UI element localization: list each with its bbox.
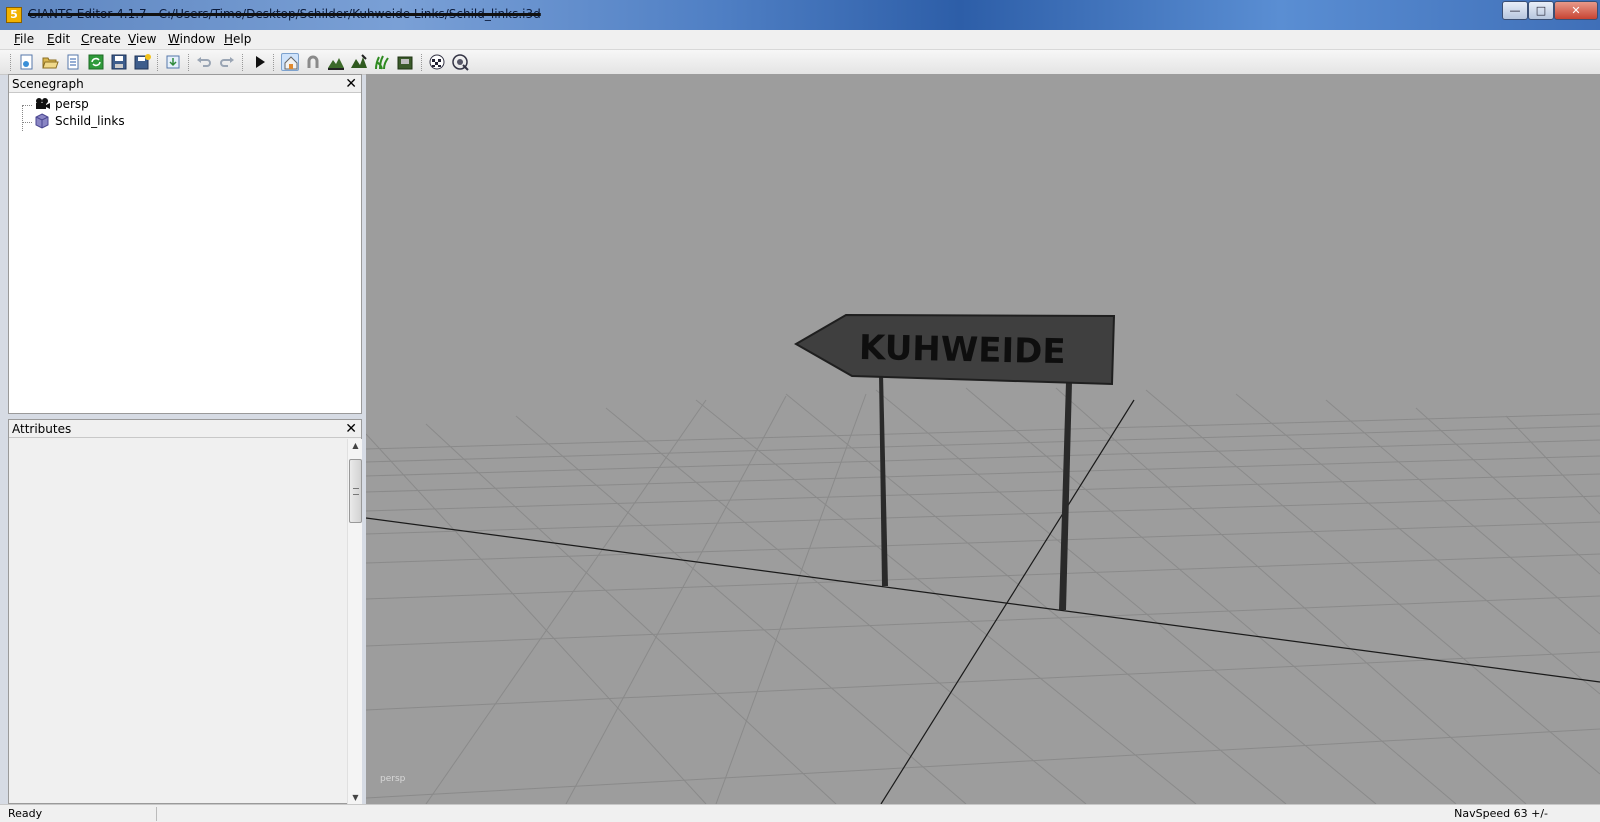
scroll-down-icon[interactable]: ▼ (348, 791, 363, 805)
z-axis-line (880, 399, 1135, 804)
tree-node-label: Schild_links (55, 114, 125, 128)
scroll-up-icon[interactable]: ▲ (348, 439, 363, 453)
minimize-icon: — (1509, 4, 1521, 17)
menu-file[interactable]: File (14, 32, 34, 46)
scenegraph-header: Scenegraph ✕ (9, 75, 361, 93)
toolbar-separator (273, 54, 275, 71)
ground-grid (366, 387, 1600, 804)
menu-help-label: elp (233, 32, 252, 46)
sign-text: KUHWEIDE (859, 328, 1066, 372)
window-title: GIANTS Editor 4.1.7 - C:/Users/Timo/Desk… (28, 7, 541, 21)
title-bar[interactable]: 5 GIANTS Editor 4.1.7 - C:/Users/Timo/De… (0, 0, 1600, 30)
status-bar: Ready NavSpeed 63 +/- (0, 804, 1600, 822)
toolbar (0, 50, 1600, 75)
toolbar-separator (421, 54, 423, 71)
menu-edit[interactable]: Edit (47, 32, 70, 46)
menu-edit-key: E (47, 32, 55, 46)
app-icon: 5 (6, 7, 22, 23)
paint-icon[interactable] (350, 53, 368, 71)
3d-viewport[interactable]: KUHWEIDE persp (366, 74, 1600, 804)
list-icon[interactable] (64, 53, 82, 71)
menu-view-label: iew (135, 32, 157, 46)
undo-icon[interactable] (195, 53, 213, 71)
attributes-scrollbar[interactable]: ▲ ▼ (347, 439, 362, 805)
status-separator (156, 807, 157, 821)
scenegraph-panel: Scenegraph ✕ persp Schild_links (8, 74, 362, 414)
close-icon: ✕ (1571, 4, 1581, 17)
attributes-panel: Attributes ✕ ▲ ▼ (8, 419, 362, 805)
nav-speed-readout: NavSpeed 63 +/- (1454, 807, 1548, 820)
tree-node-persp[interactable]: persp (9, 96, 349, 114)
save-icon[interactable] (110, 53, 128, 71)
tree-node-schild-links[interactable]: Schild_links (9, 113, 349, 131)
cube-icon (34, 113, 50, 129)
maximize-icon: □ (1535, 4, 1547, 17)
menu-window[interactable]: Window (168, 32, 215, 46)
camera-icon (34, 96, 50, 112)
viewport-camera-label: persp (380, 774, 406, 784)
status-text: Ready (8, 807, 43, 820)
select-icon[interactable] (281, 53, 299, 71)
scenegraph-title: Scenegraph (12, 77, 84, 91)
menu-help[interactable]: Help (224, 32, 251, 46)
open-icon[interactable] (41, 53, 59, 71)
attributes-title: Attributes (12, 422, 72, 436)
refresh-icon[interactable] (87, 53, 105, 71)
attributes-header: Attributes ✕ (9, 420, 361, 438)
toolbar-grip[interactable] (10, 54, 12, 71)
toolbar-separator (157, 54, 159, 71)
menu-bar: File Edit Create View Window Help (0, 30, 1600, 50)
scroll-thumb[interactable] (349, 459, 362, 523)
toolbar-separator (188, 54, 190, 71)
attributes-close-icon[interactable]: ✕ (345, 420, 357, 438)
texture-icon[interactable] (396, 53, 414, 71)
menu-window-key: W (168, 32, 180, 46)
new-scene-icon[interactable] (18, 53, 36, 71)
maximize-button[interactable]: □ (1528, 1, 1554, 20)
play-icon[interactable] (251, 53, 269, 71)
sign-post-right (1059, 382, 1072, 610)
foliage-icon[interactable] (373, 53, 391, 71)
scenegraph-close-icon[interactable]: ✕ (345, 75, 357, 93)
minimize-button[interactable]: — (1502, 1, 1528, 20)
menu-edit-label: dit (54, 32, 71, 46)
import-icon[interactable] (164, 53, 182, 71)
giants-editor-window: 5 GIANTS Editor 4.1.7 - C:/Users/Timo/De… (0, 0, 1600, 822)
menu-create-label: reate (89, 32, 121, 46)
terrain-icon[interactable] (327, 53, 345, 71)
sign-post-left (879, 374, 888, 586)
menu-file-label: ile (20, 32, 35, 46)
menu-help-key: H (224, 32, 234, 46)
menu-create[interactable]: Create (81, 32, 121, 46)
tree-node-label: persp (55, 97, 89, 111)
menu-window-label: indow (179, 32, 216, 46)
viewport-scene: KUHWEIDE (366, 313, 1600, 804)
save-as-icon[interactable] (133, 53, 151, 71)
toolbar-separator (242, 54, 244, 71)
redo-icon[interactable] (218, 53, 236, 71)
menu-view[interactable]: View (128, 32, 156, 46)
magnet-icon[interactable] (304, 53, 322, 71)
close-button[interactable]: ✕ (1554, 1, 1598, 20)
menu-view-key: V (128, 32, 136, 46)
target-icon[interactable] (451, 53, 469, 71)
checker-icon[interactable] (428, 53, 446, 71)
